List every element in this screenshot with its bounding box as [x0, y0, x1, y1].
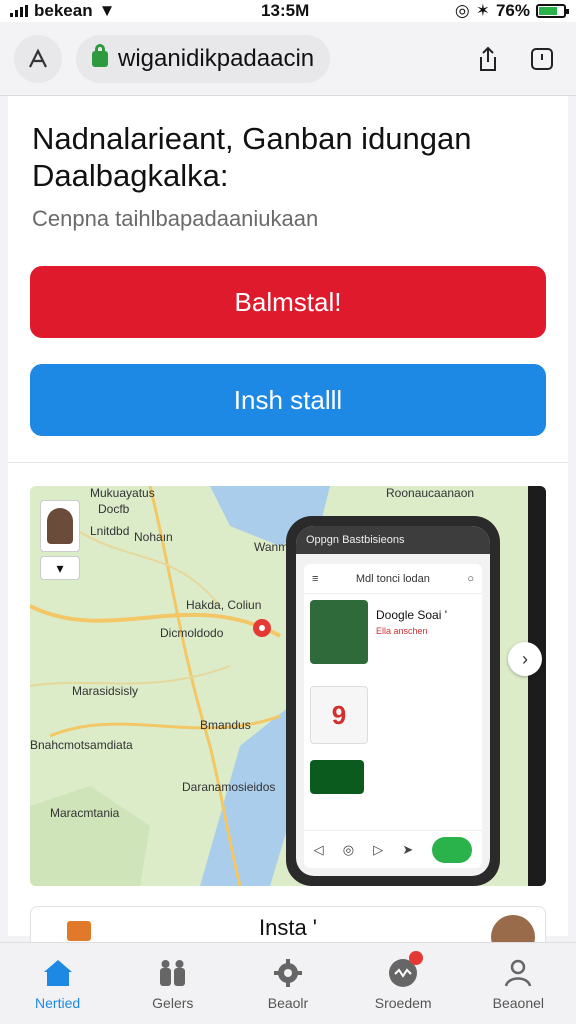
- next-arrow-button[interactable]: ›: [508, 642, 542, 676]
- map-label: Lnitdbd: [90, 524, 130, 538]
- map-label: Mukuayatus: [90, 486, 155, 500]
- phone-appbar: ≡ Mdl tonci lodan ○: [304, 564, 482, 594]
- tab-label: Beaolr: [267, 994, 309, 1011]
- lock-icon: [92, 43, 108, 67]
- battery-icon: [535, 4, 569, 18]
- page-content: Nadnalarieant, Ganban idungan Daalbagkal…: [8, 96, 568, 966]
- item-subtitle: Ella anschen: [376, 626, 428, 636]
- phone-screen: Oppgn Bastbisieons ≡ Mdl tonci lodan ○ D…: [296, 526, 490, 876]
- app-icon: [67, 921, 91, 941]
- tab-label: Beaonel: [492, 994, 545, 1011]
- location-chip[interactable]: ▾: [40, 556, 80, 580]
- battery-percent: 76%: [495, 1, 530, 20]
- tab-profile[interactable]: Beaonel: [468, 949, 568, 1019]
- status-bar: bekean ▼ 13:5M ◎ ✶ 76%: [0, 0, 576, 22]
- secondary-install-button[interactable]: Insh stalll: [30, 364, 546, 436]
- avatar: [47, 508, 73, 544]
- bottom-tab-bar: Nertied Gelers Beaolr Sroedem Beaonel: [0, 942, 576, 1024]
- phone-status: Oppgn Bastbisieons: [296, 526, 490, 554]
- item-title: Doogle Soai ': [376, 608, 448, 622]
- tabs-icon: [531, 47, 553, 70]
- notification-badge: [409, 950, 424, 965]
- share-icon: [480, 46, 496, 71]
- map-label: Bnahcmotsamdiata: [30, 738, 133, 752]
- chevron-right-icon: ›: [522, 648, 528, 669]
- map-label: Wanm: [254, 540, 289, 554]
- map-label: Nohaın: [134, 530, 173, 544]
- send-icon[interactable]: ➤: [402, 842, 413, 858]
- bluetooth-icon: ✶: [475, 1, 490, 20]
- profile-icon: [502, 957, 534, 989]
- signal-icon: [10, 5, 28, 17]
- map-label: Marasidsisly: [72, 684, 139, 698]
- tab-switcher-button[interactable]: [14, 34, 62, 83]
- tabs-button[interactable]: [522, 39, 562, 79]
- address-bar[interactable]: wiganidikpadaacin: [76, 34, 331, 83]
- status-left: bekean ▼: [10, 1, 115, 21]
- phone-bottom-bar: ◁ ◎ ▷ ➤: [304, 830, 482, 868]
- number-card[interactable]: 9: [310, 686, 368, 744]
- settings-icon: [272, 957, 304, 989]
- tab-people[interactable]: Gelers: [123, 949, 223, 1019]
- phone-mockup: Oppgn Bastbisieons ≡ Mdl tonci lodan ○ D…: [286, 516, 500, 886]
- page-headline: Nadnalarieant, Ganban idungan Daalbagkal…: [32, 121, 472, 193]
- forward-icon[interactable]: ▷: [373, 842, 383, 858]
- refresh-icon[interactable]: ○: [467, 573, 474, 585]
- carrier-label: bekean: [34, 1, 93, 20]
- map-preview[interactable]: ▾ Mukuayatus Docfb Lnitdbd Nohaın Wanm H…: [30, 486, 546, 886]
- battery-fill: [538, 7, 558, 15]
- share-button[interactable]: [468, 39, 508, 79]
- pin-icon: ▾: [56, 559, 64, 576]
- phone-app-title: Mdl tonci lodan: [355, 572, 430, 585]
- status-time: 13:5M: [261, 1, 310, 20]
- home-circle-icon[interactable]: ◎: [343, 842, 354, 858]
- tab-switcher-icon: [29, 48, 47, 67]
- url-text: wiganidikpadaacin: [118, 44, 315, 72]
- tab-chat[interactable]: Sroedem: [353, 949, 453, 1019]
- go-button[interactable]: [432, 836, 473, 863]
- map-label: Daranamosieidos: [182, 780, 276, 794]
- map-label: Dicmoldodo: [160, 626, 224, 640]
- browser-toolbar: wiganidikpadaacin: [0, 22, 576, 96]
- menu-icon[interactable]: ≡: [312, 573, 318, 585]
- map-label: Bmandus: [200, 718, 251, 732]
- contact-avatar-card[interactable]: [40, 500, 80, 552]
- install-card-title: Insta ': [259, 915, 318, 940]
- tab-home[interactable]: Nertied: [8, 949, 108, 1019]
- tab-label: Nertied: [35, 994, 81, 1011]
- media-thumbnail[interactable]: [310, 600, 368, 664]
- tab-label: Sroedem: [374, 994, 432, 1011]
- people-icon: [157, 957, 189, 989]
- map-label: Roonaucaanaon: [386, 486, 475, 500]
- map-side-strip: [528, 486, 546, 886]
- page-subline: Cenpna taihlbapadaaniukaan: [32, 206, 319, 231]
- back-icon[interactable]: ◁: [314, 842, 324, 858]
- video-thumbnail[interactable]: [310, 760, 364, 794]
- tab-settings[interactable]: Beaolr: [238, 949, 338, 1019]
- location-icon: ◎: [454, 1, 470, 20]
- status-right: ◎ ✶ 76%: [454, 1, 569, 21]
- home-icon: [42, 957, 74, 989]
- chat-icon: [387, 950, 424, 989]
- map-label: Docfb: [98, 502, 130, 516]
- tab-label: Gelers: [152, 994, 194, 1011]
- map-label: Maracmtania: [50, 806, 120, 820]
- primary-install-button[interactable]: Balmstal!: [30, 266, 546, 338]
- section-divider: [8, 462, 568, 463]
- map-label: Hakda, Coliun: [186, 598, 262, 612]
- wifi-icon: ▼: [98, 1, 116, 20]
- phone-app: ≡ Mdl tonci lodan ○ Doogle Soai ' Ella a…: [304, 564, 482, 868]
